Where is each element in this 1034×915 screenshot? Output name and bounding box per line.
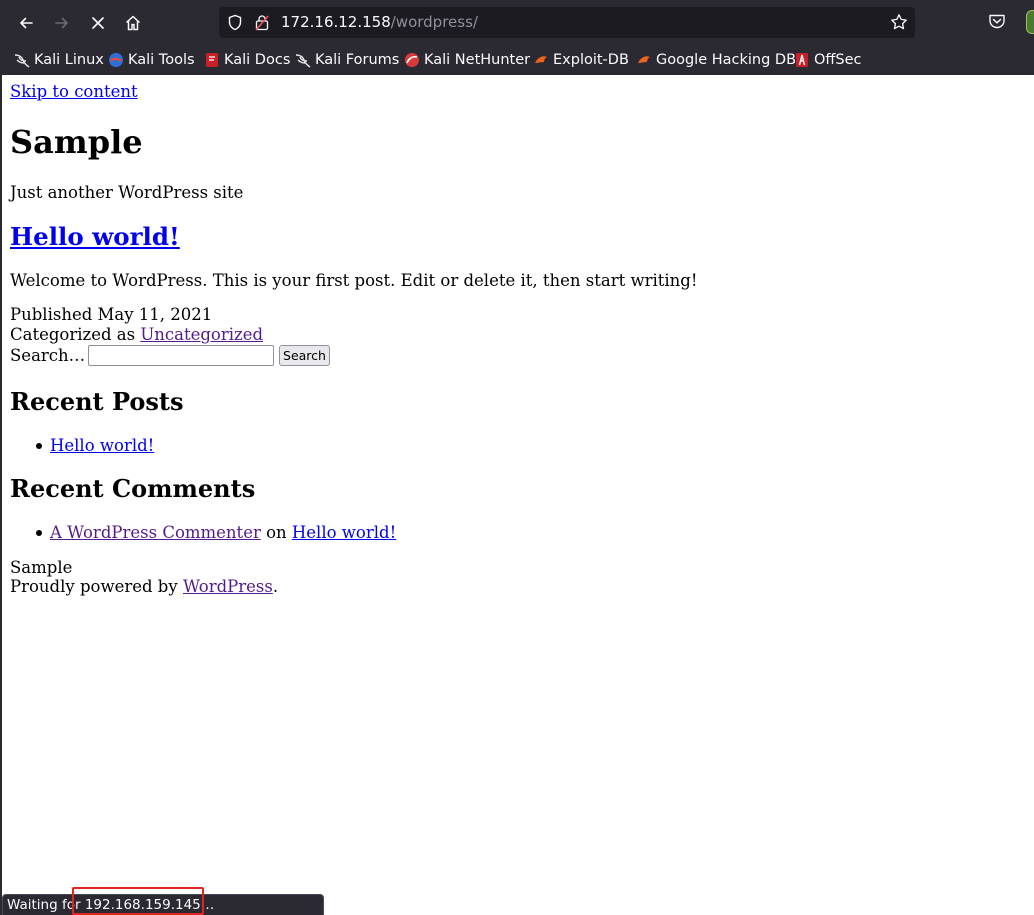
comment-author-link[interactable]: A WordPress Commenter <box>50 523 261 542</box>
url-text[interactable]: 172.16.12.158/wordpress/ <box>281 13 478 32</box>
post-title-link[interactable]: Hello world! <box>10 222 180 251</box>
home-icon <box>125 15 141 31</box>
bookmark-label: Kali NetHunter <box>424 52 531 68</box>
highlight-annotation <box>72 887 204 915</box>
recent-comment-item: A WordPress Commenter on Hello world! <box>50 523 396 542</box>
powered-by-text: Proudly powered by <box>10 577 178 596</box>
search-input[interactable] <box>88 345 274 366</box>
bookmark-label: Google Hacking DB <box>656 52 797 68</box>
url-host: 172.16.12.158 <box>281 13 391 31</box>
bookmark-exploit-db[interactable]: Exploit-DB <box>533 50 629 70</box>
kali-dragon-icon <box>14 54 30 68</box>
exploit-db-icon <box>638 56 650 63</box>
bookmark-kali-nethunter[interactable]: Kali NetHunter <box>404 50 530 70</box>
star-icon[interactable] <box>890 13 908 31</box>
bookmark-label: Kali Docs <box>224 52 291 68</box>
bookmark-google-hacking-db[interactable]: Google Hacking DB <box>636 50 796 70</box>
recent-post-link[interactable]: Hello world! <box>50 436 154 455</box>
recent-posts-heading: Recent Posts <box>10 387 184 416</box>
search-button[interactable]: Search <box>279 345 330 366</box>
extension-icon[interactable] <box>1026 10 1034 34</box>
bookmark-kali-docs[interactable]: Kali Docs <box>204 50 290 70</box>
url-bar[interactable]: 172.16.12.158/wordpress/ <box>219 7 915 38</box>
kali-tools-icon <box>109 53 123 67</box>
category-label: Categorized as <box>10 325 136 344</box>
bookmark-kali-forums[interactable]: Kali Forums <box>295 50 399 70</box>
footer-powered-by: Proudly powered by WordPress. <box>10 577 278 596</box>
bookmark-kali-tools[interactable]: Kali Tools <box>108 50 195 70</box>
bookmark-kali-linux[interactable]: Kali Linux <box>14 50 104 70</box>
bookmark-label: Kali Forums <box>315 52 400 68</box>
kali-dragon-icon <box>295 54 311 68</box>
forward-button[interactable] <box>48 9 76 37</box>
url-path: /wordpress/ <box>390 13 478 31</box>
post-body: Welcome to WordPress. This is your first… <box>10 271 698 290</box>
browser-toolbar: 172.16.12.158/wordpress/ <box>0 0 1034 46</box>
site-title: Sample <box>10 123 143 161</box>
back-button[interactable] <box>12 9 40 37</box>
pocket-icon[interactable] <box>988 13 1006 30</box>
bookmark-offsec[interactable]: OffSec <box>794 50 862 70</box>
bookmark-label: Exploit-DB <box>553 52 629 68</box>
post-published-date: Published May 11, 2021 <box>10 305 213 324</box>
list-bullet <box>36 530 42 536</box>
bookmark-label: Kali Tools <box>128 52 195 68</box>
page-content: Skip to content Sample Just another Word… <box>2 75 1034 915</box>
search-label: Search… <box>10 346 86 365</box>
site-tagline: Just another WordPress site <box>10 183 244 202</box>
wordpress-link[interactable]: WordPress <box>183 577 273 596</box>
kali-docs-icon <box>206 53 218 67</box>
post-title: Hello world! <box>10 222 180 251</box>
home-button[interactable] <box>119 9 147 37</box>
comment-on-text: on <box>266 523 287 542</box>
shield-icon[interactable] <box>227 14 243 31</box>
exploit-db-icon <box>535 56 547 63</box>
category-link[interactable]: Uncategorized <box>140 325 263 344</box>
bookmark-label: Kali Linux <box>34 52 104 68</box>
stop-icon <box>92 17 104 29</box>
back-icon <box>20 17 33 29</box>
footer-site-name: Sample <box>10 558 73 577</box>
list-bullet <box>36 443 42 449</box>
skip-to-content-link[interactable]: Skip to content <box>10 82 138 101</box>
comment-post-link[interactable]: Hello world! <box>292 523 396 542</box>
stop-button[interactable] <box>84 9 112 37</box>
insecure-lock-icon[interactable] <box>255 14 269 31</box>
powered-by-suffix: . <box>272 577 279 596</box>
post-category: Categorized as Uncategorized <box>10 325 263 344</box>
nethunter-icon <box>405 53 419 67</box>
bookmark-label: OffSec <box>814 52 862 68</box>
forward-icon <box>55 17 68 29</box>
bookmarks-toolbar: Kali Linux Kali Tools Kali Docs Kali For… <box>0 46 1034 74</box>
offsec-icon <box>796 53 808 67</box>
recent-comments-heading: Recent Comments <box>10 474 256 503</box>
